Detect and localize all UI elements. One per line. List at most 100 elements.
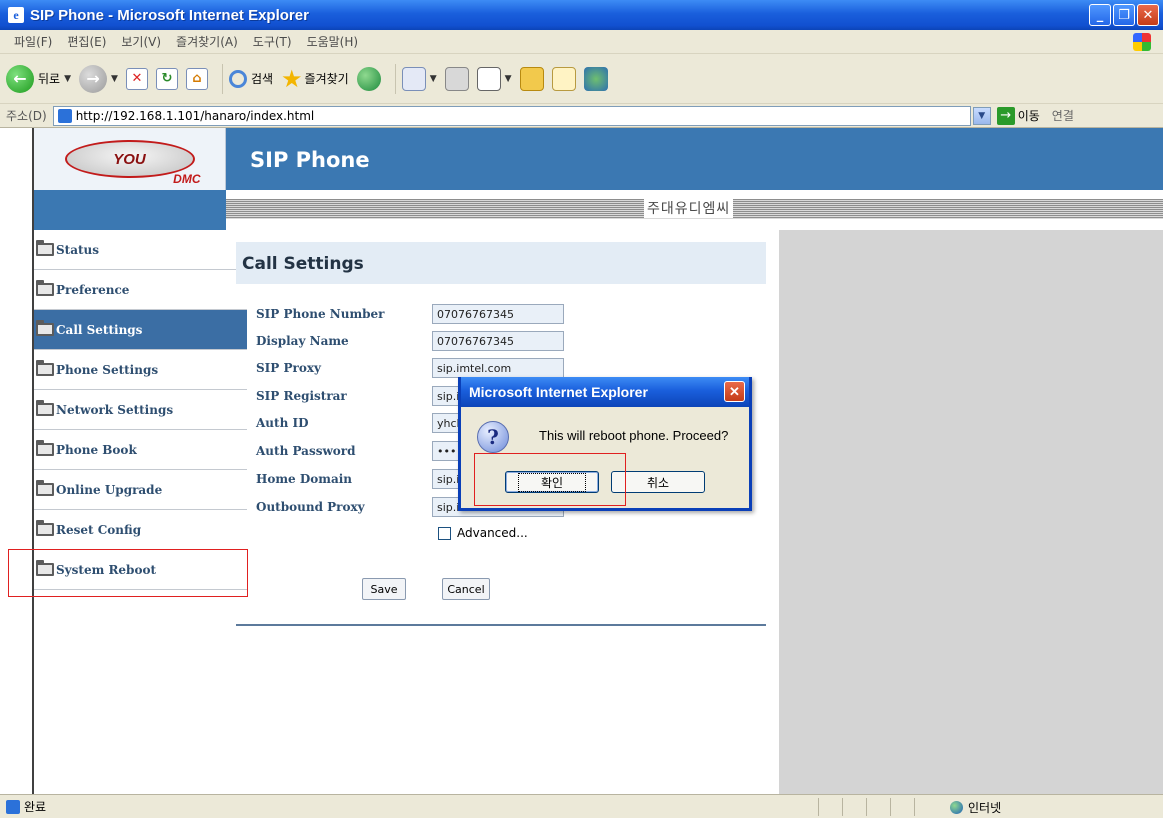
menu-help[interactable]: 도움말(H) <box>307 33 359 50</box>
chevron-down-icon: ▼ <box>429 73 437 84</box>
windows-flag-icon <box>1133 33 1151 51</box>
section-title: Call Settings <box>236 242 766 284</box>
header-stripe-left <box>34 190 226 230</box>
window-titlebar: e SIP Phone - Microsoft Internet Explore… <box>0 0 1163 30</box>
menu-file[interactable]: 파일(F) <box>14 33 52 50</box>
menu-bar: 파일(F) 편집(E) 보기(V) 즐겨찾기(A) 도구(T) 도움말(H) <box>0 30 1163 54</box>
window-title: SIP Phone - Microsoft Internet Explorer <box>30 6 309 24</box>
sidebar-item-phone-settings[interactable]: Phone Settings <box>34 350 247 390</box>
company-name: 주대유디엠씨 <box>644 198 734 218</box>
go-arrow-icon[interactable]: → <box>996 106 1015 125</box>
favorites-button[interactable]: ★ 즐겨찾기 <box>281 65 349 93</box>
right-gray-panel <box>779 230 1163 794</box>
search-label: 검색 <box>250 72 274 86</box>
stop-button[interactable]: ✕ <box>125 67 148 90</box>
research-button[interactable] <box>551 66 576 91</box>
mail-button[interactable]: ▼ <box>401 66 437 91</box>
folder-icon <box>36 280 54 296</box>
annotation-highlight-system-reboot <box>8 549 248 597</box>
refresh-button[interactable]: ↻ <box>155 67 178 90</box>
research-icon <box>551 66 576 91</box>
sidebar-item-call-settings[interactable]: Call Settings <box>34 310 247 350</box>
display-name-input[interactable]: 07076767345 <box>432 331 564 351</box>
sidebar-item-label: Phone Book <box>56 442 137 457</box>
cancel-button[interactable]: Cancel <box>442 578 490 600</box>
explorer-bar-edge <box>0 128 34 794</box>
logo-sub-text: DMC <box>173 172 201 186</box>
dialog-close-button[interactable]: ✕ <box>724 381 745 402</box>
folder-icon <box>36 400 54 416</box>
brand-logo[interactable]: YOU DMC <box>34 128 226 190</box>
advanced-label: Advanced... <box>457 526 528 540</box>
stop-icon: ✕ <box>125 67 148 90</box>
address-label: 주소(D) <box>6 109 47 123</box>
maximize-button[interactable]: ❐ <box>1113 4 1135 26</box>
sidebar-item-network-settings[interactable]: Network Settings <box>34 390 247 430</box>
status-bar: 완료 인터넷 <box>0 794 1163 818</box>
page-icon <box>57 108 72 123</box>
sidebar-nav: Status Preference Call Settings Phone Se… <box>34 230 247 590</box>
sidebar-item-preference[interactable]: Preference <box>34 270 247 310</box>
media-icon <box>356 66 381 91</box>
advanced-toggle[interactable]: Advanced... <box>438 526 528 540</box>
sidebar-item-status[interactable]: Status <box>34 230 247 270</box>
sidebar-item-label: Reset Config <box>56 522 142 537</box>
links-button[interactable]: 연결 <box>1052 107 1074 124</box>
search-button[interactable]: 검색 <box>228 69 274 88</box>
dialog-message: This will reboot phone. Proceed? <box>539 428 729 443</box>
form-row-display-name: Display Name 07076767345 <box>256 330 564 352</box>
internet-globe-icon <box>950 801 963 814</box>
status-pane <box>842 798 866 816</box>
status-pane <box>914 798 938 816</box>
sip-phone-number-input[interactable]: 07076767345 <box>432 304 564 324</box>
folder-icon <box>36 520 54 536</box>
folder-button[interactable] <box>519 66 544 91</box>
sidebar-item-label: Phone Settings <box>56 362 159 377</box>
address-url: http://192.168.1.101/hanaro/index.html <box>75 108 315 123</box>
menu-favorites[interactable]: 즐겨찾기(A) <box>176 33 238 50</box>
back-button[interactable]: ← 뒤로 ▼ <box>6 64 72 93</box>
refresh-icon: ↻ <box>155 67 178 90</box>
forward-button[interactable]: → ▼ <box>79 64 118 93</box>
annotation-highlight-ok-button <box>474 453 626 506</box>
search-icon <box>228 69 247 88</box>
sidebar-item-reset-config[interactable]: Reset Config <box>34 510 247 550</box>
home-button[interactable]: ⌂ <box>185 67 208 90</box>
folder-icon <box>36 360 54 376</box>
back-label: 뒤로 <box>38 72 61 86</box>
messenger-button[interactable] <box>583 66 608 91</box>
toolbar-separator <box>221 63 223 94</box>
print-button[interactable] <box>444 66 469 91</box>
zone-label: 인터넷 <box>968 801 1002 815</box>
advanced-checkbox[interactable] <box>438 526 451 540</box>
status-text: 완료 <box>24 800 47 814</box>
sidebar-item-phone-book[interactable]: Phone Book <box>34 430 247 470</box>
go-button[interactable]: 이동 <box>1018 107 1040 124</box>
security-zone: 인터넷 <box>950 799 1001 816</box>
sidebar-item-label: Network Settings <box>56 402 174 417</box>
menu-tools[interactable]: 도구(T) <box>253 33 292 50</box>
edit-button[interactable]: ▼ <box>476 66 512 91</box>
save-button[interactable]: Save <box>362 578 406 600</box>
form-row-sip-proxy: SIP Proxy sip.imtel.com <box>256 357 564 379</box>
question-icon: ? <box>477 421 509 453</box>
media-button[interactable] <box>356 66 381 91</box>
sidebar-item-online-upgrade[interactable]: Online Upgrade <box>34 470 247 510</box>
close-window-button[interactable]: ✕ <box>1137 4 1159 26</box>
address-input[interactable]: http://192.168.1.101/hanaro/index.html <box>52 105 971 126</box>
field-label: Auth Password <box>256 444 356 458</box>
status-pane <box>866 798 890 816</box>
folder-icon <box>36 480 54 496</box>
status-pane <box>818 798 842 816</box>
chevron-down-icon: ▼ <box>504 73 512 84</box>
menu-view[interactable]: 보기(V) <box>121 33 161 50</box>
chevron-down-icon: ▼ <box>111 73 118 84</box>
menu-edit[interactable]: 편집(E) <box>67 33 106 50</box>
form-bottom-divider <box>236 624 766 626</box>
chevron-down-icon: ▼ <box>64 73 72 84</box>
status-pane <box>890 798 914 816</box>
sip-proxy-input[interactable]: sip.imtel.com <box>432 358 564 378</box>
mail-icon <box>401 66 426 91</box>
minimize-button[interactable]: _ <box>1089 4 1111 26</box>
address-dropdown-button[interactable]: ▼ <box>972 106 991 125</box>
